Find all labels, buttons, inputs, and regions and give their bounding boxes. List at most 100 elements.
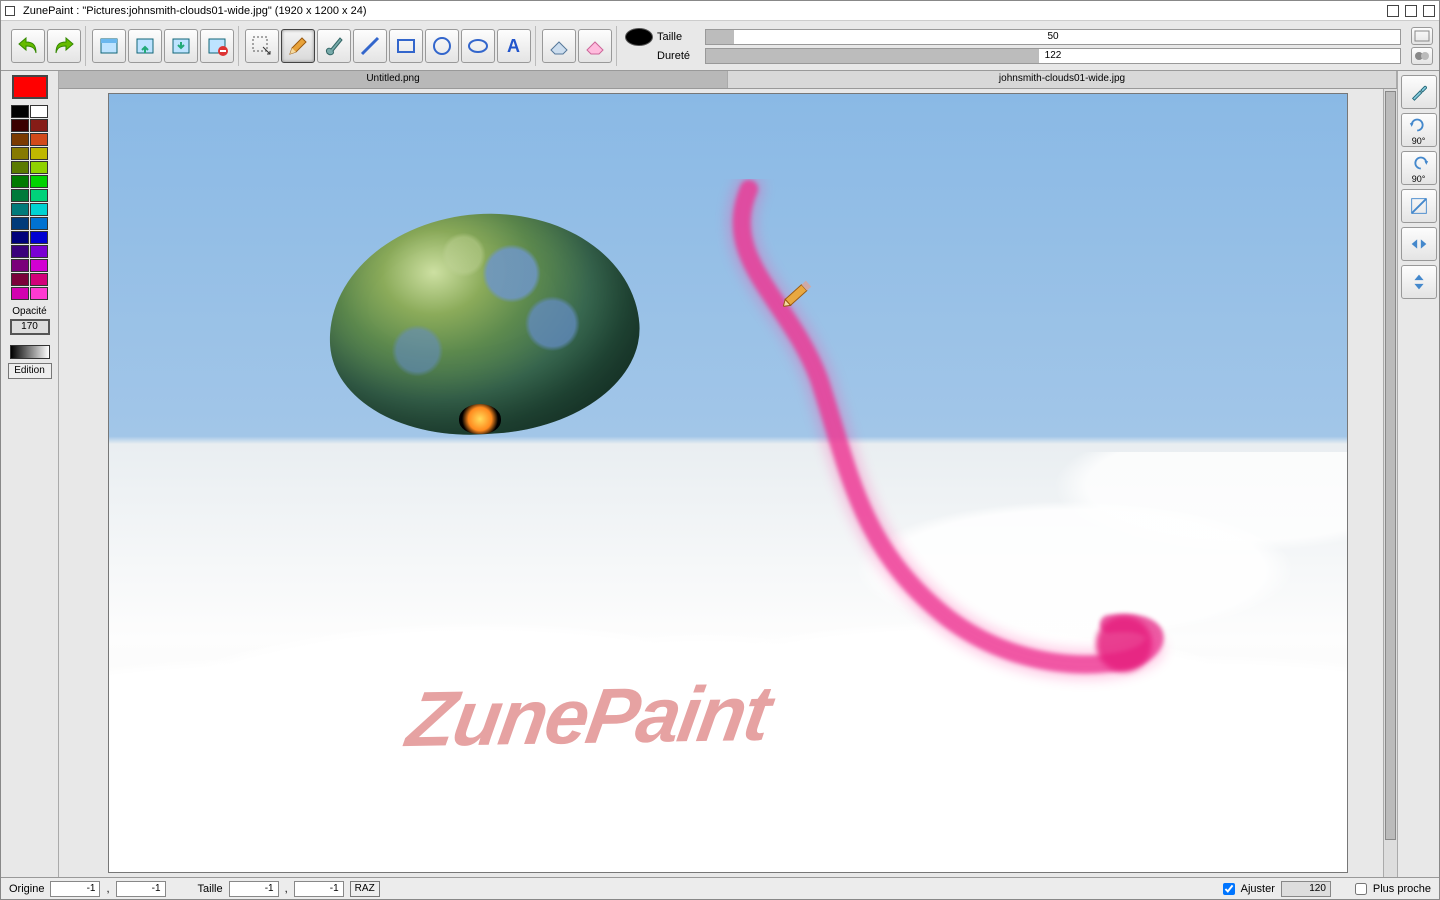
palette-color[interactable] xyxy=(11,217,29,230)
zoom-field[interactable]: 120 xyxy=(1281,881,1331,897)
toolbar-right-group xyxy=(1411,27,1433,65)
rotate-ccw-label: 90° xyxy=(1412,174,1426,184)
canvas-area: Untitled.pngjohnsmith-clouds01-wide.jpg … xyxy=(59,71,1397,877)
size-slider[interactable]: 50 xyxy=(705,29,1401,45)
close-button[interactable] xyxy=(1423,5,1435,17)
nearest-label: Plus proche xyxy=(1373,883,1431,895)
eyedropper-button[interactable] xyxy=(1401,75,1437,109)
palette-color[interactable] xyxy=(11,287,29,300)
nearest-checkbox[interactable] xyxy=(1355,883,1367,895)
palette-color[interactable] xyxy=(30,161,48,174)
color-palette-panel: Opacité 170 Edition xyxy=(1,71,59,877)
palette-color[interactable] xyxy=(11,105,29,118)
edition-button[interactable]: Edition xyxy=(8,363,52,379)
palette-color[interactable] xyxy=(30,175,48,188)
fit-checkbox[interactable] xyxy=(1223,883,1235,895)
hardness-label: Dureté xyxy=(657,50,701,62)
palette-color[interactable] xyxy=(30,287,48,300)
options-b-button[interactable] xyxy=(1411,47,1433,65)
brush-parameters: Taille 50 Dureté 122 xyxy=(625,28,1401,64)
fit-label: Ajuster xyxy=(1241,883,1275,895)
window-title: ZunePaint : "Pictures:johnsmith-clouds01… xyxy=(23,5,1387,17)
palette-color[interactable] xyxy=(30,189,48,202)
title-suffix: : "Pictures:johnsmith-clouds01-wide.jpg"… xyxy=(73,5,366,17)
palette-color[interactable] xyxy=(30,119,48,132)
palette-color[interactable] xyxy=(30,245,48,258)
undo-button[interactable] xyxy=(11,29,45,63)
new-image-button[interactable] xyxy=(92,29,126,63)
origin-y-field[interactable]: -1 xyxy=(116,881,166,897)
size-label: Taille xyxy=(657,31,701,43)
balloon-burner-image-region xyxy=(459,404,501,434)
size-label: Taille xyxy=(198,883,223,895)
palette-color[interactable] xyxy=(11,259,29,272)
circle-tool[interactable] xyxy=(425,29,459,63)
brush-tool[interactable] xyxy=(317,29,351,63)
rotate-ccw-button[interactable]: 90° xyxy=(1401,151,1437,185)
size-h-field[interactable]: -1 xyxy=(294,881,344,897)
clouds-image-region xyxy=(109,452,1347,872)
flip-diagonal-button[interactable] xyxy=(1401,189,1437,223)
palette-color[interactable] xyxy=(30,231,48,244)
size-w-field[interactable]: -1 xyxy=(229,881,279,897)
palette-color[interactable] xyxy=(11,175,29,188)
right-tool-panel: 90° 90° xyxy=(1397,71,1439,877)
save-image-button[interactable] xyxy=(164,29,198,63)
palette-color[interactable] xyxy=(11,147,29,160)
maximize-button[interactable] xyxy=(1405,5,1417,17)
palette-color[interactable] xyxy=(30,133,48,146)
main-area: Opacité 170 Edition Untitled.pngjohnsmit… xyxy=(1,71,1439,877)
palette-color[interactable] xyxy=(11,273,29,286)
redo-button[interactable] xyxy=(47,29,81,63)
system-menu-icon[interactable] xyxy=(5,6,15,16)
line-tool[interactable] xyxy=(353,29,387,63)
gradient-swatch[interactable] xyxy=(10,345,50,359)
palette-color[interactable] xyxy=(30,147,48,160)
options-a-button[interactable] xyxy=(1411,27,1433,45)
current-color-swatch[interactable] xyxy=(12,75,48,99)
canvas[interactable]: ZunePaint xyxy=(108,93,1348,873)
flip-vertical-button[interactable] xyxy=(1401,265,1437,299)
palette-color[interactable] xyxy=(30,203,48,216)
document-tab[interactable]: johnsmith-clouds01-wide.jpg xyxy=(728,71,1397,88)
rotate-cw-button[interactable]: 90° xyxy=(1401,113,1437,147)
opacity-value[interactable]: 170 xyxy=(10,319,50,335)
hardness-slider[interactable]: 122 xyxy=(705,48,1401,64)
palette-color[interactable] xyxy=(11,189,29,202)
open-image-button[interactable] xyxy=(128,29,162,63)
text-tool[interactable]: A xyxy=(497,29,531,63)
ellipse-tool[interactable] xyxy=(461,29,495,63)
delete-image-button[interactable] xyxy=(200,29,234,63)
rectangle-tool[interactable] xyxy=(389,29,423,63)
window-controls xyxy=(1387,5,1435,17)
minimize-button[interactable] xyxy=(1387,5,1399,17)
palette-color[interactable] xyxy=(30,273,48,286)
origin-x-field[interactable]: -1 xyxy=(50,881,100,897)
select-tool[interactable] xyxy=(245,29,279,63)
soft-eraser-tool[interactable] xyxy=(578,29,612,63)
palette-color[interactable] xyxy=(11,119,29,132)
document-tab[interactable]: Untitled.png xyxy=(59,71,728,88)
document-tabs: Untitled.pngjohnsmith-clouds01-wide.jpg xyxy=(59,71,1397,89)
main-toolbar: A Taille 50 Dureté xyxy=(1,21,1439,71)
origin-label: Origine xyxy=(9,883,44,895)
app-window: ZunePaint : "Pictures:johnsmith-clouds01… xyxy=(0,0,1440,900)
vertical-scrollbar[interactable] xyxy=(1383,89,1397,877)
palette-color[interactable] xyxy=(11,161,29,174)
palette-color[interactable] xyxy=(11,133,29,146)
palette-color[interactable] xyxy=(11,231,29,244)
flip-horizontal-button[interactable] xyxy=(1401,227,1437,261)
palette-color[interactable] xyxy=(11,203,29,216)
palette-grid xyxy=(11,105,48,300)
eraser-tool[interactable] xyxy=(542,29,576,63)
palette-color[interactable] xyxy=(30,105,48,118)
titlebar: ZunePaint : "Pictures:johnsmith-clouds01… xyxy=(1,1,1439,21)
palette-color[interactable] xyxy=(30,217,48,230)
watermark-text: ZunePaint xyxy=(401,668,776,765)
palette-color[interactable] xyxy=(11,245,29,258)
pencil-tool[interactable] xyxy=(281,29,315,63)
pencil-cursor-icon xyxy=(779,279,812,311)
palette-color[interactable] xyxy=(30,259,48,272)
app-name: ZunePaint xyxy=(23,5,73,17)
raz-button[interactable]: RAZ xyxy=(350,881,380,897)
